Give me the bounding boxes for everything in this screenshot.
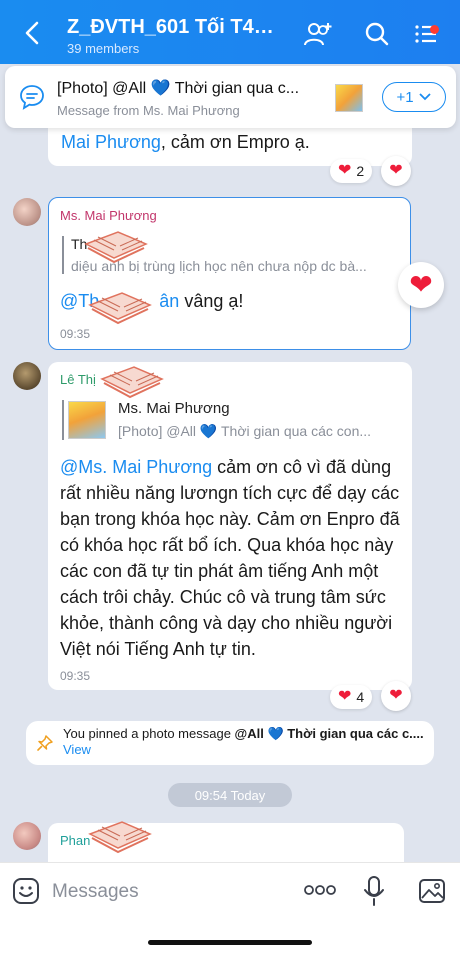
quote-bar (62, 400, 64, 440)
pinned-message-banner[interactable]: [Photo] @All 💙 Thời gian qua c... Messag… (5, 66, 456, 128)
pinned-source: Message from Ms. Mai Phương (57, 103, 240, 118)
book-sticker-icon (84, 231, 148, 264)
avatar[interactable] (13, 362, 41, 390)
avatar[interactable] (13, 822, 41, 850)
heart-icon: ❤ (338, 162, 352, 179)
book-sticker-icon (100, 366, 164, 399)
pin-system-notice: You pinned a photo message @All 💙 Thời g… (26, 721, 434, 765)
heart-icon: ❤ (409, 269, 433, 300)
sender-name[interactable]: Ms. Mai Phương (60, 208, 157, 223)
message-input[interactable]: Messages (52, 881, 139, 903)
heart-icon: ❤ (389, 687, 403, 704)
book-sticker-icon (88, 292, 152, 325)
message-bubble[interactable]: Lê Thị Ms. Mai Phương [Photo] @All 💙 Thờ… (48, 362, 412, 690)
mention[interactable]: Mai Phương (61, 132, 161, 152)
reaction-count: 2 (356, 163, 365, 179)
reaction-summary[interactable]: ❤ 4 (330, 685, 373, 709)
home-indicator (148, 940, 312, 945)
more-pins-button[interactable]: +1 (382, 82, 446, 112)
chat-header: Z_ĐVTH_601 Tối T4+... 39 members (0, 0, 460, 64)
heart-icon: ❤ (389, 162, 403, 179)
pin-icon (37, 735, 53, 751)
group-title[interactable]: Z_ĐVTH_601 Tối T4+... (67, 16, 282, 39)
message-text: Mai Phương, cảm ơn Empro ạ. (61, 132, 310, 152)
react-button[interactable]: ❤ (398, 262, 444, 308)
back-arrow-icon[interactable] (20, 20, 46, 46)
book-sticker-icon (88, 821, 152, 854)
view-link[interactable]: View (63, 742, 91, 757)
search-icon[interactable] (362, 20, 394, 48)
quote-bar (62, 236, 64, 274)
react-button[interactable]: ❤ (381, 681, 411, 711)
chat-bubble-icon (20, 85, 44, 110)
add-member-icon[interactable] (302, 20, 334, 48)
heart-icon: ❤ (338, 688, 352, 705)
pin-notice-text: You pinned a photo message @All 💙 Thời g… (63, 726, 424, 757)
image-gallery-icon[interactable] (418, 878, 446, 904)
avatar[interactable] (13, 198, 41, 226)
more-options-icon[interactable] (303, 883, 337, 897)
reaction-summary[interactable]: ❤ 2 (330, 159, 373, 183)
pinned-title: [Photo] @All 💙 Thời gian qua c... (57, 80, 300, 97)
message-time: 09:35 (60, 669, 91, 683)
message-text: @Ms. Mai Phương cảm ơn cô vì đã dùng rất… (60, 457, 400, 659)
more-pins-label: +1 (396, 88, 414, 106)
mention[interactable]: @Ms. Mai Phương (60, 457, 212, 477)
quote-text: [Photo] @All 💙 Thời gian qua các con... (118, 423, 372, 439)
time-divider: 09:54 Today (168, 783, 292, 807)
member-count: 39 members (67, 41, 140, 56)
pinned-photo-thumbnail (335, 84, 363, 112)
microphone-icon[interactable] (363, 875, 385, 907)
sender-name[interactable]: Lê Thị (60, 372, 96, 387)
notification-dot (430, 25, 439, 34)
react-button[interactable]: ❤ (381, 156, 411, 186)
chevron-down-icon (418, 93, 431, 101)
menu-icon[interactable] (412, 20, 444, 48)
emoji-icon[interactable] (12, 877, 40, 905)
reaction-count: 4 (356, 689, 365, 705)
